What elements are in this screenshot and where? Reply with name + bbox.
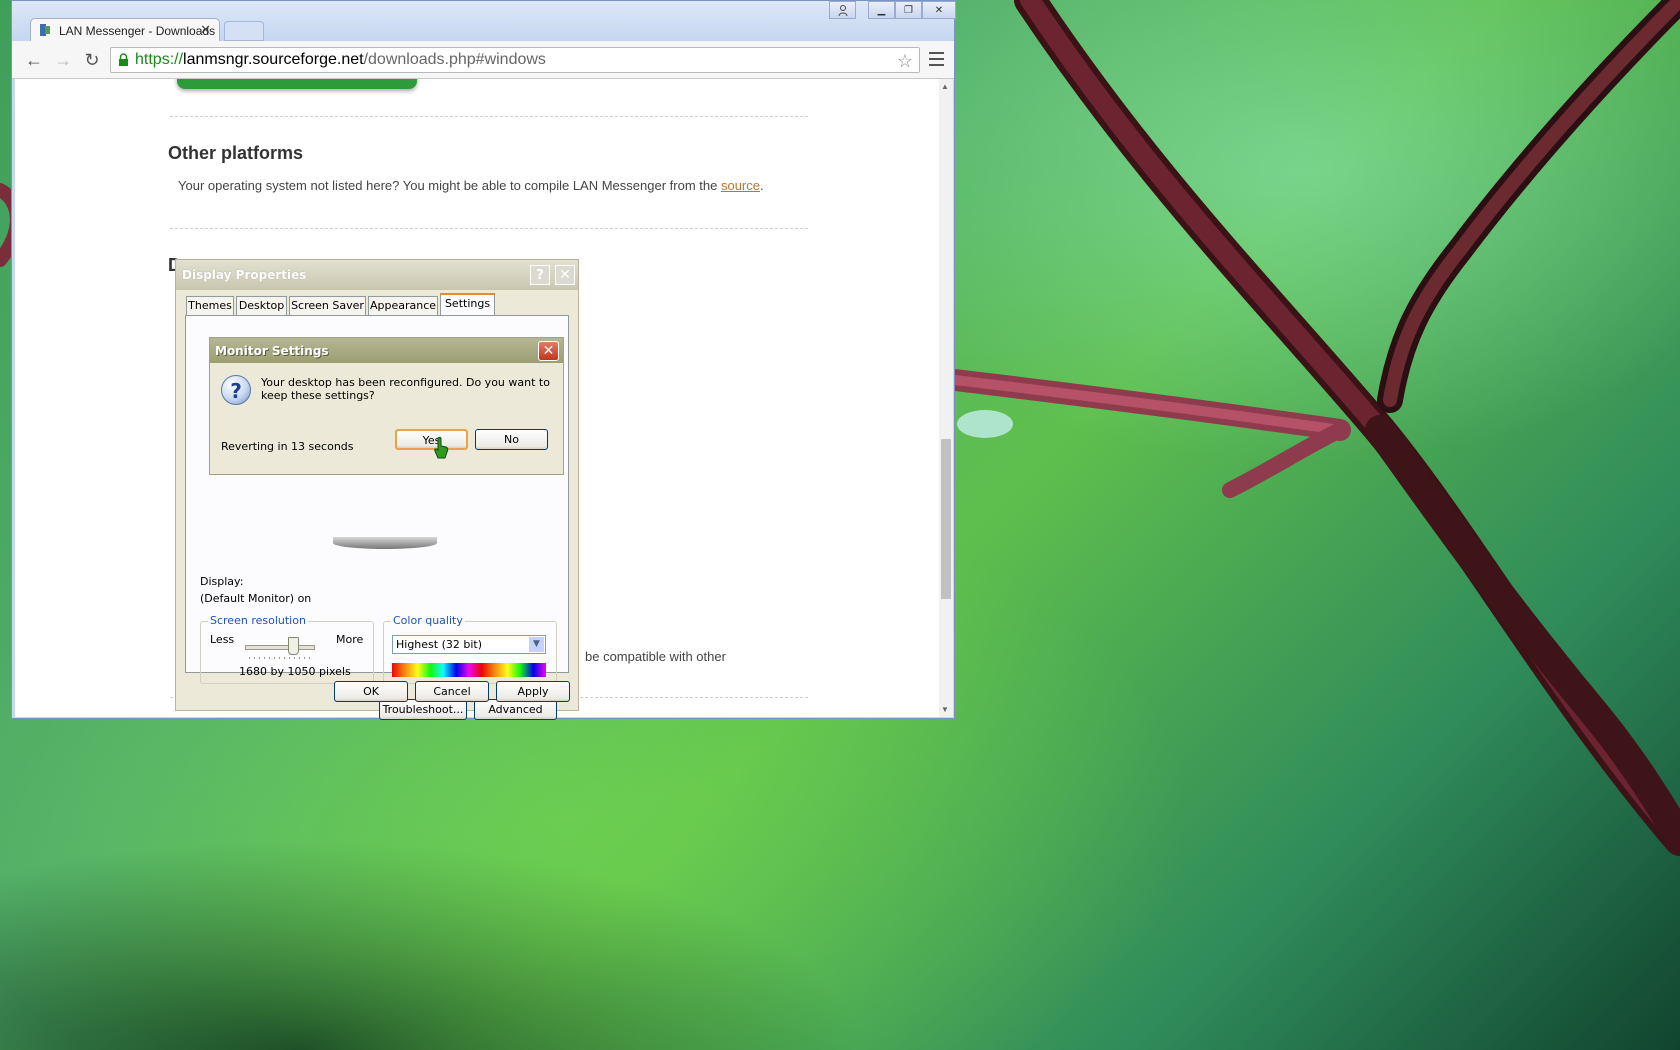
- color-quality-select[interactable]: Highest (32 bit) ▼: [392, 635, 546, 654]
- tab-screen-saver[interactable]: Screen Saver: [289, 296, 366, 315]
- tab-close-icon[interactable]: ✕: [200, 22, 211, 38]
- scroll-down-icon[interactable]: ▼: [941, 705, 949, 714]
- url-path: /downloads.php#windows: [363, 51, 546, 68]
- forward-icon[interactable]: →: [51, 48, 75, 72]
- display-properties-titlebar[interactable]: Display Properties ? ✕: [176, 260, 578, 290]
- minimize-icon[interactable]: ▁: [868, 1, 895, 19]
- color-spectrum-bar: [392, 663, 546, 677]
- divider: [170, 228, 808, 229]
- lock-icon: [119, 53, 128, 66]
- url-text: https://lanmsngr.sourceforge.net/downloa…: [135, 48, 546, 72]
- source-link[interactable]: source: [721, 178, 760, 193]
- other-platforms-text: Your operating system not listed here? Y…: [178, 178, 818, 193]
- troubleshoot-button[interactable]: Troubleshoot...: [379, 699, 467, 720]
- close-icon[interactable]: ✕: [555, 265, 575, 285]
- monitor-settings-titlebar[interactable]: Monitor Settings ✕: [210, 338, 563, 363]
- profile-icon[interactable]: [829, 1, 856, 19]
- monitor-settings-dialog: Monitor Settings ✕ ? Your desktop has be…: [209, 337, 564, 475]
- restore-icon[interactable]: ❐: [895, 1, 922, 19]
- screen-resolution-group: Screen resolution Less More 1680 by 1050…: [200, 614, 374, 684]
- yes-button[interactable]: Yes: [395, 429, 468, 450]
- browser-toolbar: ← → ↻ https://lanmsngr.sourceforge.net/d…: [12, 41, 954, 79]
- resolution-slider-track[interactable]: [245, 645, 315, 650]
- menu-icon[interactable]: [929, 52, 944, 70]
- no-button[interactable]: No: [475, 429, 548, 450]
- resolution-slider-thumb[interactable]: [288, 637, 299, 655]
- address-bar[interactable]: https://lanmsngr.sourceforge.net/downloa…: [110, 47, 920, 73]
- back-icon[interactable]: ←: [22, 48, 46, 72]
- browser-titlebar[interactable]: LAN Messenger - Downloads ✕ ▁ ❐ ✕: [12, 1, 956, 42]
- download-button-top[interactable]: [177, 79, 417, 89]
- other-platforms-heading: Other platforms: [168, 143, 304, 163]
- display-value: (Default Monitor) on: [200, 592, 312, 605]
- monitor-preview-stand: [333, 537, 437, 549]
- more-label: More: [336, 633, 364, 646]
- lan-messenger-icon: [40, 24, 50, 36]
- sentence-period: .: [760, 178, 764, 193]
- url-scheme: https://: [135, 51, 184, 68]
- advanced-button[interactable]: Advanced: [474, 699, 557, 720]
- less-label: Less: [210, 633, 235, 646]
- scroll-up-icon[interactable]: ▲: [941, 82, 949, 91]
- cancel-button[interactable]: Cancel: [415, 681, 489, 702]
- slider-ticks: [249, 657, 313, 659]
- url-host: lanmsngr.sourceforge.net: [183, 51, 364, 68]
- tab-appearance[interactable]: Appearance: [368, 296, 438, 315]
- display-properties-title: Display Properties: [182, 268, 307, 282]
- help-icon[interactable]: ?: [530, 265, 550, 285]
- mouse-cursor-icon: [434, 436, 449, 459]
- bottom-text-fragment: be compatible with other: [585, 649, 726, 664]
- color-quality-label: Color quality: [391, 614, 465, 627]
- apply-button[interactable]: Apply: [496, 681, 570, 702]
- tab-themes[interactable]: Themes: [186, 296, 234, 315]
- page-scrollbar[interactable]: ▲ ▼: [939, 79, 953, 717]
- new-tab-button[interactable]: [224, 21, 264, 41]
- resolution-value: 1680 by 1050 pixels: [239, 665, 351, 678]
- ok-button[interactable]: OK: [334, 681, 408, 702]
- display-properties-dialog: Display Properties ? ✕ Themes Desktop Sc…: [175, 259, 579, 720]
- browser-tab[interactable]: LAN Messenger - Downloads ✕: [30, 18, 220, 42]
- other-platforms-sentence: Your operating system not listed here? Y…: [178, 178, 718, 193]
- color-quality-value: Highest (32 bit): [396, 638, 483, 651]
- question-icon: ?: [221, 375, 251, 405]
- monitor-settings-message: Your desktop has been reconfigured. Do y…: [261, 376, 550, 402]
- display-label: Display:: [200, 575, 244, 588]
- chevron-down-icon[interactable]: ▼: [529, 637, 544, 652]
- monitor-settings-title: Monitor Settings: [215, 344, 329, 358]
- close-icon[interactable]: ✕: [538, 341, 559, 361]
- reload-icon[interactable]: ↻: [80, 48, 104, 72]
- tab-title: LAN Messenger - Downloads: [59, 24, 216, 38]
- tab-settings[interactable]: Settings: [440, 293, 495, 316]
- close-window-icon[interactable]: ✕: [922, 1, 956, 19]
- color-quality-group: Color quality Highest (32 bit) ▼: [383, 614, 557, 684]
- divider: [170, 116, 808, 117]
- tab-desktop[interactable]: Desktop: [236, 296, 287, 315]
- screen-resolution-label: Screen resolution: [208, 614, 308, 627]
- scroll-thumb[interactable]: [941, 439, 951, 599]
- revert-countdown: Reverting in 13 seconds: [221, 440, 354, 453]
- bookmark-star-icon[interactable]: ☆: [897, 49, 913, 73]
